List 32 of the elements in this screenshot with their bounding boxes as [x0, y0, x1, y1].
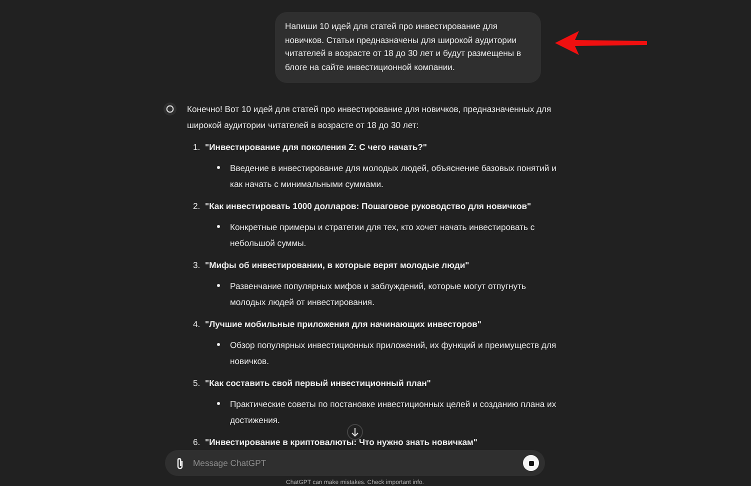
idea-title: "Мифы об инвестировании, в которые верят молодые люди" [205, 259, 470, 272]
idea-description: Конкретные примеры и стратегии для тех, кто хочет начать инвестировать с небольшой суммы. [230, 221, 536, 250]
item-number: 6. [193, 436, 202, 449]
item-number: 4. [193, 318, 202, 331]
idea-description: Развенчание популярных мифов и заблуждений, которые могут отпугнуть молодых людей от инвестирования. [230, 280, 528, 309]
user-message: Напиши 10 идей для статей про инвестирование для новичков. Статьи предназначены для широкой аудитории читателей в возрасте от 18 до 30 лет и будут размещены в блоге на сайте инвестиционной компании. [275, 12, 541, 83]
assistant-avatar-icon [163, 102, 177, 116]
bullet-icon [217, 402, 220, 405]
idea-description: Обзор популярных инвестиционных приложений, их функций и преимуществ для новичков. [230, 339, 558, 368]
arrow-icon [555, 30, 649, 56]
scroll-down-button[interactable] [347, 424, 363, 440]
stop-button[interactable] [523, 455, 539, 471]
idea-description: Практические советы по постановке инвестиционных целей и созданию плана их достижения. [230, 398, 558, 427]
idea-title: "Как инвестировать 1000 долларов: Пошаговое руководство для новичков" [205, 200, 532, 213]
message-input[interactable]: Message ChatGPT [191, 457, 517, 469]
message-composer[interactable]: Message ChatGPT [165, 450, 545, 476]
bullet-icon [217, 225, 220, 228]
bullet-icon [217, 284, 220, 287]
idea-description: Введение в инвестирование для молодых людей, объяснение базовых понятий и как начать с минимальными суммами. [230, 162, 558, 191]
idea-title: "Инвестирование в криптовалюты: Что нужно знать новичкам" [205, 436, 478, 449]
item-number: 1. [193, 141, 202, 154]
item-number: 2. [193, 200, 202, 213]
item-number: 3. [193, 259, 202, 272]
idea-title: "Инвестирование для поколения Z: С чего начать?" [205, 141, 427, 154]
paperclip-icon[interactable] [175, 456, 185, 470]
bullet-icon [217, 166, 220, 169]
item-number: 5. [193, 377, 202, 390]
bullet-icon [217, 343, 220, 346]
reply-intro: Конечно! Вот 10 идей для статей про инвестирование для новичков, предназначенных для широкой аудитории читателей в возрасте от 18 до 30 лет: [187, 103, 552, 132]
arrow-down-icon [351, 428, 359, 436]
idea-title: "Лучшие мобильные приложения для начинающих инвесторов" [205, 318, 482, 331]
idea-title: "Как составить свой первый инвестиционный план" [205, 377, 431, 390]
